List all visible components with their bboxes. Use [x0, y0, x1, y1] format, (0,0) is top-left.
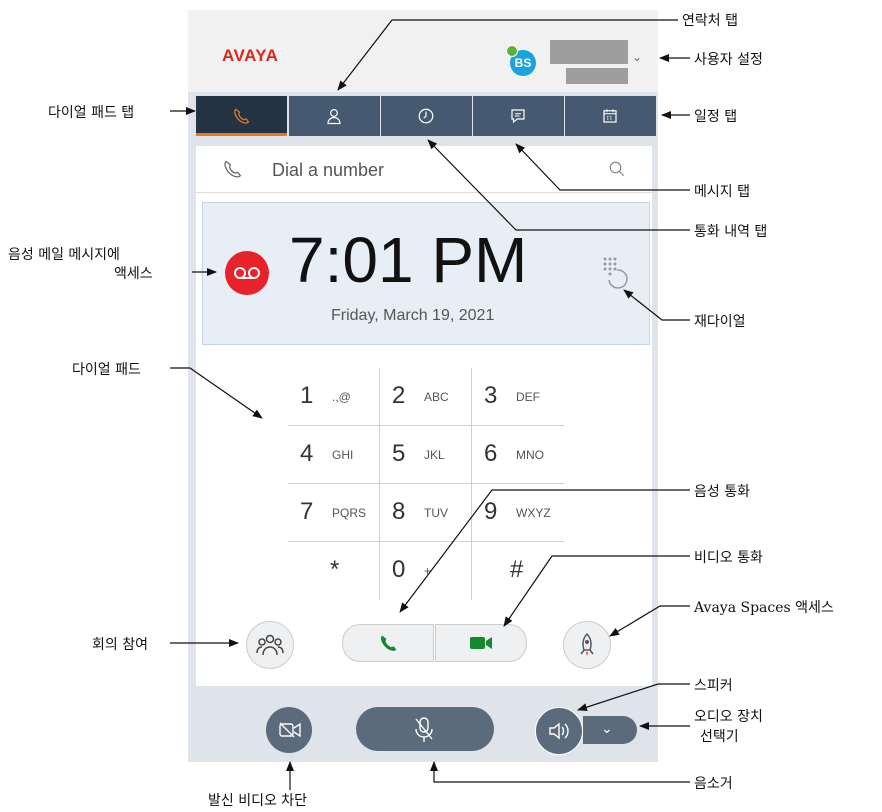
callout-dialpad-tab: 다이얼 패드 탭 [48, 105, 135, 121]
callout-audio-device-line1: 오디오 장치 [694, 709, 763, 725]
callout-audio-device-line2: 선택기 [700, 729, 739, 745]
callout-speaker: 스피커 [694, 678, 733, 694]
callout-voice-call: 음성 통화 [694, 484, 750, 500]
callout-dialpad: 다이얼 패드 [72, 362, 141, 378]
callout-join-meeting: 회의 참여 [92, 637, 148, 653]
callout-avaya-spaces: Avaya Spaces 액세스 [694, 600, 834, 616]
callout-calendar-tab: 일정 탭 [694, 109, 738, 125]
callout-voicemail-line2: 액세스 [114, 266, 153, 282]
callout-messages-tab: 메시지 탭 [694, 184, 750, 200]
callout-block-video: 발신 비디오 차단 [208, 793, 308, 809]
callout-user-settings: 사용자 설정 [694, 52, 763, 68]
callout-contacts-tab: 연락처 탭 [682, 13, 738, 29]
callout-redial: 재다이얼 [694, 314, 746, 330]
callout-history-tab: 통화 내역 탭 [694, 224, 768, 240]
callout-mute: 음소거 [694, 776, 733, 792]
callout-video-call: 비디오 통화 [694, 550, 763, 566]
callout-voicemail-line1: 음성 메일 메시지에 [8, 247, 120, 263]
